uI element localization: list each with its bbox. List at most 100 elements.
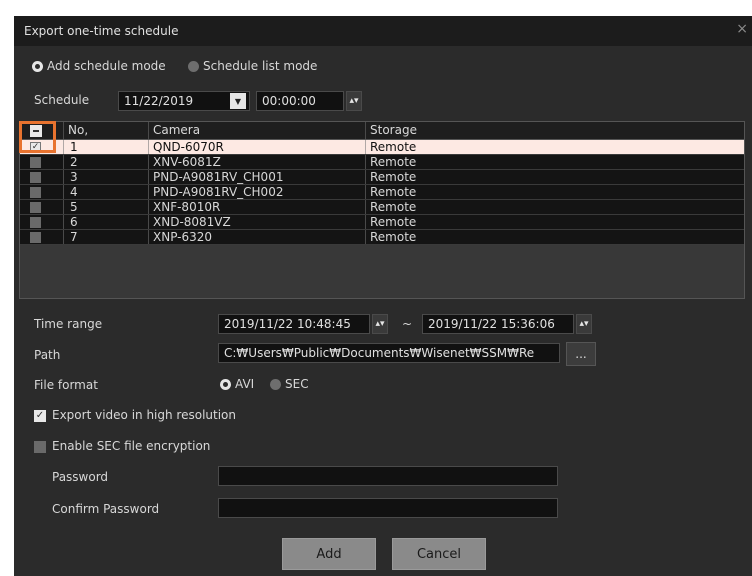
schedule-list-mode-radio[interactable]: Schedule list mode: [188, 59, 317, 73]
path-label: Path: [34, 348, 61, 362]
password-field[interactable]: [218, 466, 558, 486]
row-storage: Remote: [370, 185, 417, 199]
avi-radio[interactable]: AVI: [220, 377, 254, 391]
add-button[interactable]: Add: [282, 538, 376, 570]
column-header-camera: Camera: [153, 123, 201, 137]
column-divider: [365, 170, 366, 184]
confirm-password-field[interactable]: [218, 498, 558, 518]
time-range-start-field[interactable]: 2019/11/22 10:48:45: [218, 314, 370, 334]
row-storage: Remote: [370, 170, 417, 184]
row-checkbox[interactable]: [30, 172, 41, 183]
column-divider: [63, 215, 64, 229]
row-storage: Remote: [370, 230, 417, 244]
column-divider: [365, 200, 366, 214]
row-camera: PND-A9081RV_CH002: [153, 185, 284, 199]
sec-radio[interactable]: SEC: [270, 377, 309, 391]
row-camera: XND-8081VZ: [153, 215, 231, 229]
dialog-titlebar: Export one-time schedule ×: [14, 16, 752, 46]
schedule-label: Schedule: [34, 93, 90, 107]
column-divider: [365, 122, 366, 139]
column-divider: [63, 170, 64, 184]
row-checkbox[interactable]: [30, 232, 41, 243]
time-spinner-icon[interactable]: ▴▾: [346, 91, 362, 111]
start-spinner-icon[interactable]: ▴▾: [372, 314, 388, 334]
row-checkbox[interactable]: ✓: [30, 142, 41, 153]
table-row[interactable]: 4 PND-A9081RV_CH002 Remote: [20, 185, 744, 200]
row-no: 2: [70, 155, 78, 169]
table-row[interactable]: 6 XND-8081VZ Remote: [20, 215, 744, 230]
column-divider: [148, 122, 149, 139]
column-divider: [63, 185, 64, 199]
row-no: 4: [70, 185, 78, 199]
browse-button[interactable]: ...: [566, 342, 596, 366]
row-storage: Remote: [370, 155, 417, 169]
row-storage: Remote: [370, 215, 417, 229]
row-no: 5: [70, 200, 78, 214]
column-divider: [63, 140, 64, 154]
row-checkbox[interactable]: [30, 217, 41, 228]
path-value: C:₩Users₩Public₩Documents₩Wisenet₩SSM₩Re: [224, 346, 535, 360]
cancel-button[interactable]: Cancel: [392, 538, 486, 570]
table-row[interactable]: 2 XNV-6081Z Remote: [20, 155, 744, 170]
table-header: No, Camera Storage: [20, 122, 744, 140]
column-divider: [63, 200, 64, 214]
high-res-checkbox[interactable]: ✓: [34, 410, 46, 422]
sec-label: SEC: [285, 377, 309, 391]
time-range-end-field[interactable]: 2019/11/22 15:36:06: [422, 314, 574, 334]
row-storage: Remote: [370, 140, 417, 154]
table-row[interactable]: 3 PND-A9081RV_CH001 Remote: [20, 170, 744, 185]
path-field[interactable]: C:₩Users₩Public₩Documents₩Wisenet₩SSM₩Re: [218, 343, 560, 363]
column-header-storage: Storage: [370, 123, 417, 137]
time-range-separator: ~: [402, 317, 413, 331]
row-camera: PND-A9081RV_CH001: [153, 170, 284, 184]
column-divider: [365, 185, 366, 199]
row-storage: Remote: [370, 200, 417, 214]
radio-selected-icon: [220, 378, 231, 390]
select-all-checkbox[interactable]: [30, 125, 42, 137]
row-checkbox[interactable]: [30, 157, 41, 168]
column-divider: [148, 155, 149, 169]
add-schedule-mode-label: Add schedule mode: [47, 59, 166, 73]
column-divider: [148, 215, 149, 229]
end-spinner-icon[interactable]: ▴▾: [576, 314, 592, 334]
row-camera: XNV-6081Z: [153, 155, 221, 169]
export-schedule-dialog: Export one-time schedule × Add schedule …: [14, 16, 752, 576]
schedule-date-value: 11/22/2019: [124, 94, 194, 108]
column-divider: [365, 155, 366, 169]
camera-table: No, Camera Storage ✓ 1 QND-6070R Remote …: [19, 121, 745, 299]
password-label: Password: [52, 470, 109, 484]
row-no: 1: [70, 140, 78, 154]
column-divider: [63, 122, 64, 139]
column-divider: [365, 140, 366, 154]
schedule-time-field[interactable]: 00:00:00: [256, 91, 344, 111]
row-no: 6: [70, 215, 78, 229]
table-row[interactable]: 7 XNP-6320 Remote: [20, 230, 744, 245]
encryption-checkbox[interactable]: [34, 441, 46, 453]
row-checkbox[interactable]: [30, 187, 41, 198]
avi-label: AVI: [235, 377, 255, 391]
column-divider: [365, 215, 366, 229]
chevron-down-icon[interactable]: ▼: [230, 93, 246, 109]
column-divider: [148, 230, 149, 244]
column-header-no: No,: [68, 123, 89, 137]
high-res-label: Export video in high resolution: [52, 408, 236, 422]
row-no: 3: [70, 170, 78, 184]
table-row[interactable]: 5 XNF-8010R Remote: [20, 200, 744, 215]
time-range-end-value: 2019/11/22 15:36:06: [428, 317, 555, 331]
add-schedule-mode-radio[interactable]: Add schedule mode: [32, 59, 166, 73]
time-range-start-value: 2019/11/22 10:48:45: [224, 317, 351, 331]
column-divider: [63, 230, 64, 244]
schedule-time-value: 00:00:00: [262, 94, 316, 108]
time-range-label: Time range: [34, 317, 103, 331]
confirm-password-label: Confirm Password: [52, 502, 160, 516]
column-divider: [148, 185, 149, 199]
close-icon[interactable]: ×: [736, 21, 748, 37]
file-format-label: File format: [34, 378, 98, 392]
radio-unselected-icon: [270, 378, 281, 390]
row-checkbox[interactable]: [30, 202, 41, 213]
row-camera: QND-6070R: [153, 140, 224, 154]
column-divider: [63, 155, 64, 169]
column-divider: [148, 200, 149, 214]
row-camera: XNF-8010R: [153, 200, 221, 214]
table-row[interactable]: ✓ 1 QND-6070R Remote: [20, 140, 744, 155]
